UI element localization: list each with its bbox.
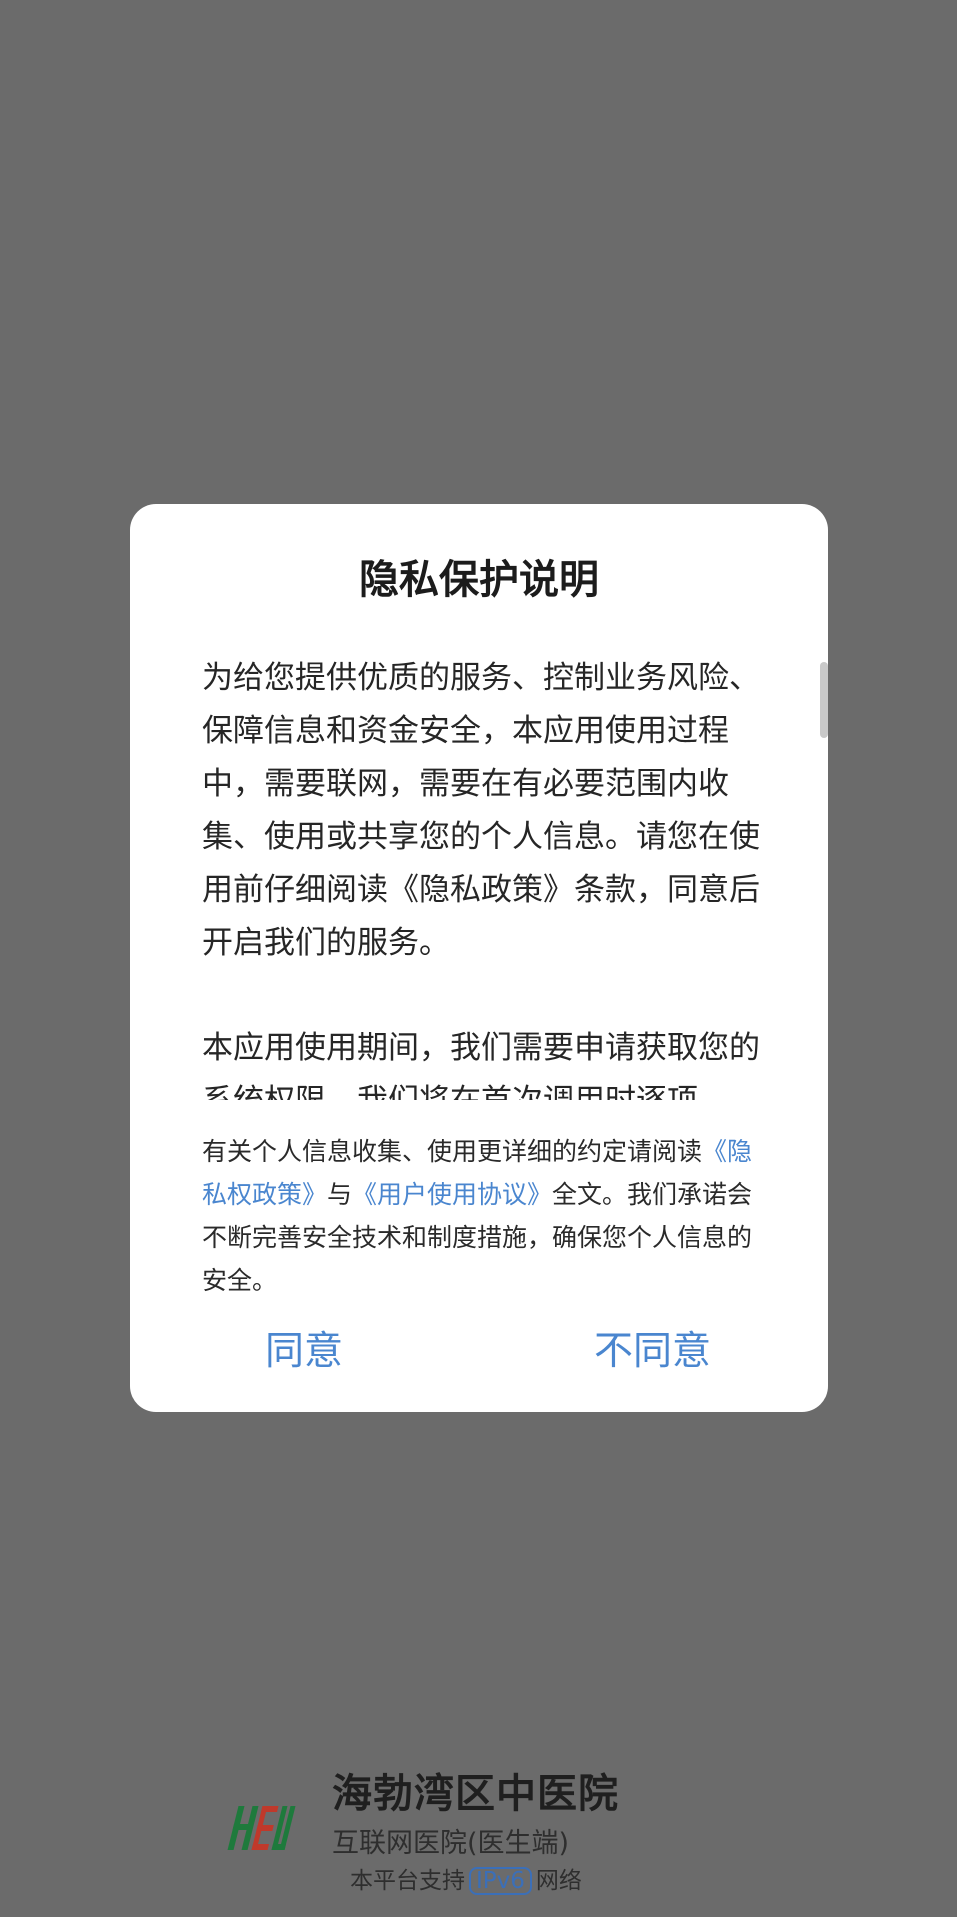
dialog-title: 隐私保护说明 — [359, 557, 599, 603]
hospital-subtitle: 互联网医院(医生端) — [332, 1828, 570, 1859]
hospital-name: 海勃湾区中医院 — [332, 1771, 619, 1817]
ipv6-prefix: 本平台支持 — [350, 1868, 465, 1894]
hospital-logo-icon — [227, 1806, 296, 1850]
privacy-paragraph-2: 本应用使用期间，我们需要申请获取您的系统权限，我们将在首次调用时逐项 — [202, 1030, 760, 1100]
scrollbar-thumb[interactable] — [820, 662, 828, 738]
disagree-button[interactable]: 不同意 — [594, 1324, 711, 1380]
footer-connector: 与 — [327, 1180, 353, 1209]
ipv6-badge: IPv6 — [469, 1867, 532, 1895]
footer-note: 有关个人信息收集、使用更详细的约定请阅读《隐私权政策》与《用户使用协议》全文。我… — [202, 1130, 764, 1302]
agree-button[interactable]: 同意 — [265, 1324, 343, 1380]
user-agreement-link[interactable]: 《用户使用协议》 — [352, 1180, 552, 1209]
ipv6-suffix: 网络 — [535, 1868, 582, 1894]
footer-prefix: 有关个人信息收集、使用更详细的约定请阅读 — [202, 1137, 703, 1166]
privacy-dialog: 隐私保护说明 为给您提供优质的服务、控制业务风险、保障信息和资金安全，本应用使用… — [130, 504, 828, 1412]
privacy-paragraph-1: 为给您提供优质的服务、控制业务风险、保障信息和资金安全，本应用使用过程中，需要联… — [202, 660, 760, 961]
privacy-text-scroll-area[interactable]: 为给您提供优质的服务、控制业务风险、保障信息和资金安全，本应用使用过程中，需要联… — [202, 652, 762, 1100]
brand-footer: 海勃湾区中医院 互联网医院(医生端) 本平台支持 IPv6 网络 — [0, 1760, 957, 1910]
ipv6-support-note: 本平台支持 IPv6 网络 — [350, 1864, 582, 1898]
